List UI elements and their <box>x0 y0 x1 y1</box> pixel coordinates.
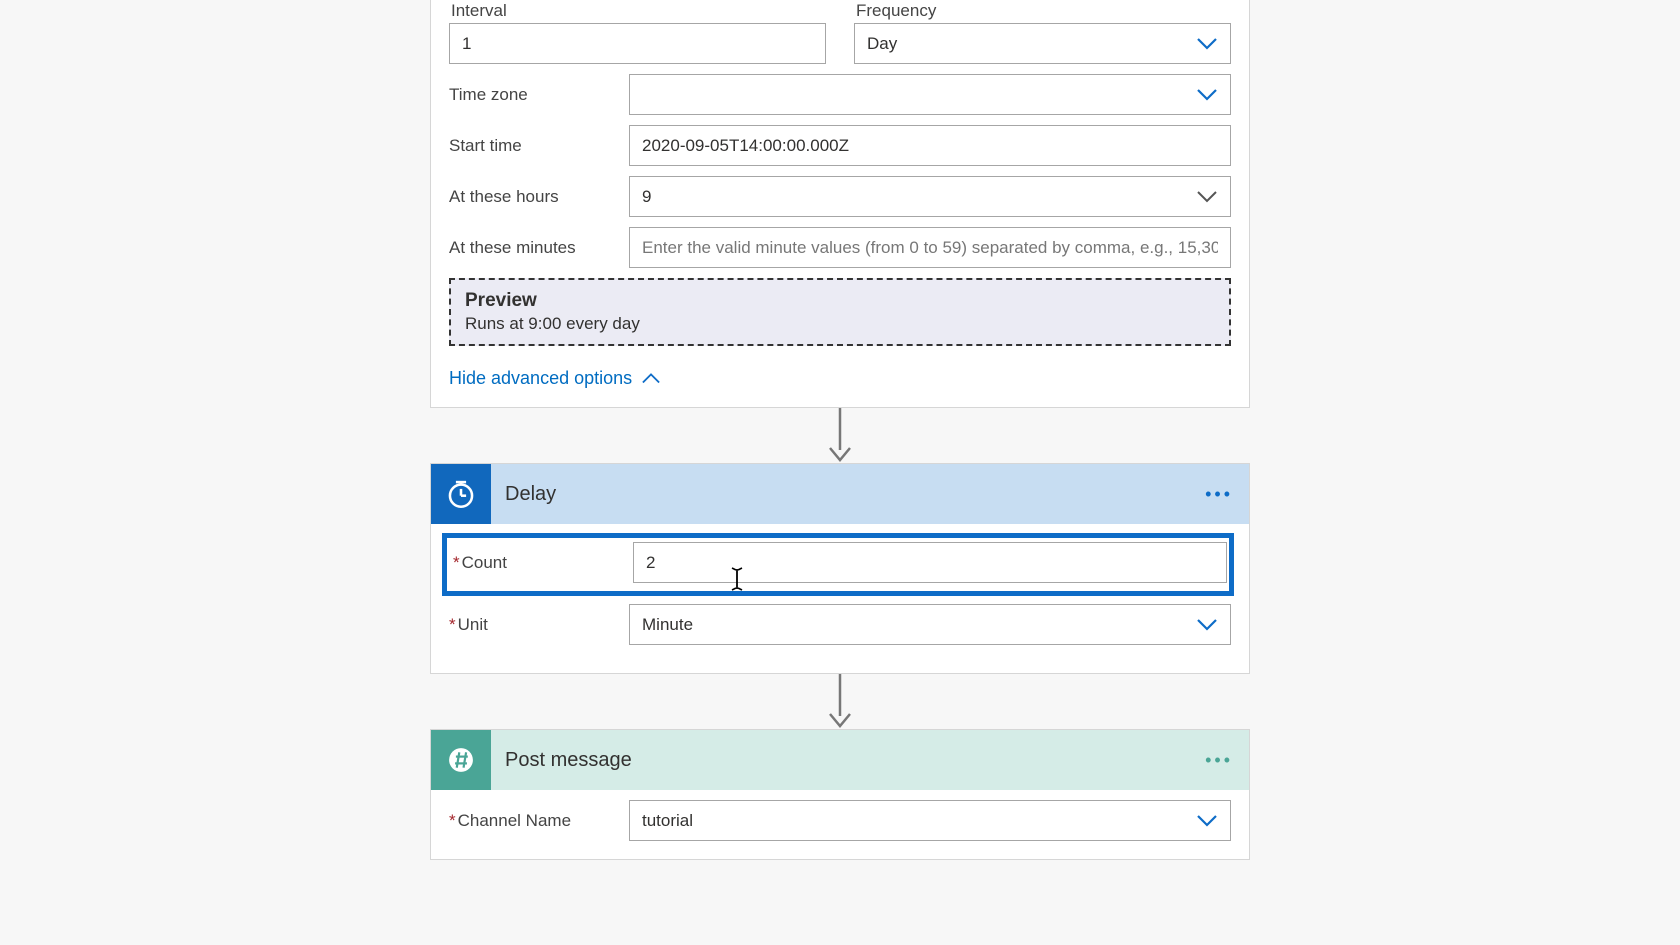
timezone-select[interactable] <box>629 74 1231 115</box>
connector-arrow <box>430 408 1250 463</box>
minutes-input[interactable] <box>629 227 1231 268</box>
count-input[interactable] <box>633 542 1227 583</box>
post-message-header[interactable]: Post message ••• <box>431 730 1249 790</box>
unit-label: *Unit <box>449 615 629 635</box>
preview-box: Preview Runs at 9:00 every day <box>449 278 1231 346</box>
clock-icon <box>431 464 491 524</box>
interval-label: Interval <box>449 1 826 21</box>
hide-advanced-label: Hide advanced options <box>449 368 632 389</box>
channel-name-select[interactable] <box>629 800 1231 841</box>
frequency-label: Frequency <box>854 1 1231 21</box>
starttime-label: Start time <box>449 136 629 156</box>
preview-title: Preview <box>465 290 1215 312</box>
hash-icon <box>431 730 491 790</box>
chevron-up-icon <box>642 368 660 389</box>
post-message-card: Post message ••• *Channel Name <box>430 729 1250 860</box>
channel-name-label: *Channel Name <box>449 811 629 831</box>
unit-select[interactable] <box>629 604 1231 645</box>
interval-input[interactable] <box>449 23 826 64</box>
count-label: *Count <box>453 553 633 573</box>
minutes-label: At these minutes <box>449 238 629 258</box>
recurrence-card: Interval Frequency Time zone <box>430 0 1250 408</box>
connector-arrow <box>430 674 1250 729</box>
hide-advanced-link[interactable]: Hide advanced options <box>449 368 660 389</box>
delay-header[interactable]: Delay ••• <box>431 464 1249 524</box>
timezone-label: Time zone <box>449 85 629 105</box>
starttime-input[interactable] <box>629 125 1231 166</box>
delay-card: Delay ••• *Count *Unit <box>430 463 1250 674</box>
more-menu[interactable]: ••• <box>1205 750 1249 771</box>
text-cursor-icon <box>730 566 744 597</box>
delay-title: Delay <box>491 483 1205 506</box>
more-menu[interactable]: ••• <box>1205 484 1249 505</box>
count-row-highlight: *Count <box>442 533 1234 596</box>
preview-text: Runs at 9:00 every day <box>465 314 1215 334</box>
post-message-title: Post message <box>491 749 1205 772</box>
frequency-select[interactable] <box>854 23 1231 64</box>
hours-label: At these hours <box>449 187 629 207</box>
hours-select[interactable] <box>629 176 1231 217</box>
